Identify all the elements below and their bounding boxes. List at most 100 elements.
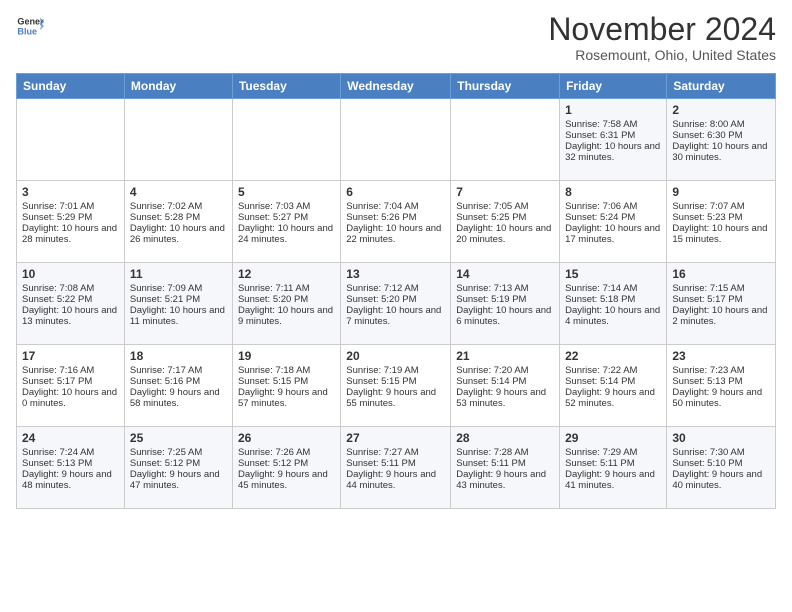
daylight-text: Daylight: 9 hours and 58 minutes. xyxy=(130,387,220,409)
sunrise-text: Sunrise: 7:16 AM xyxy=(22,365,94,376)
sunrise-text: Sunrise: 8:00 AM xyxy=(672,119,744,130)
calendar-row-1: 3Sunrise: 7:01 AMSunset: 5:29 PMDaylight… xyxy=(17,181,776,263)
daylight-text: Daylight: 9 hours and 41 minutes. xyxy=(565,469,655,491)
calendar-cell-1-5: 8Sunrise: 7:06 AMSunset: 5:24 PMDaylight… xyxy=(560,181,667,263)
calendar-cell-3-1: 18Sunrise: 7:17 AMSunset: 5:16 PMDayligh… xyxy=(124,345,232,427)
sunset-text: Sunset: 5:11 PM xyxy=(565,458,635,469)
day-number: 6 xyxy=(346,185,445,199)
calendar-cell-2-1: 11Sunrise: 7:09 AMSunset: 5:21 PMDayligh… xyxy=(124,263,232,345)
calendar-cell-1-0: 3Sunrise: 7:01 AMSunset: 5:29 PMDaylight… xyxy=(17,181,125,263)
day-number: 21 xyxy=(456,349,554,363)
sunrise-text: Sunrise: 7:58 AM xyxy=(565,119,637,130)
sunset-text: Sunset: 5:21 PM xyxy=(130,294,200,305)
sunset-text: Sunset: 5:14 PM xyxy=(565,376,635,387)
day-number: 30 xyxy=(672,431,770,445)
sunset-text: Sunset: 5:29 PM xyxy=(22,212,92,223)
sunrise-text: Sunrise: 7:25 AM xyxy=(130,447,202,458)
sunset-text: Sunset: 5:16 PM xyxy=(130,376,200,387)
calendar-cell-1-1: 4Sunrise: 7:02 AMSunset: 5:28 PMDaylight… xyxy=(124,181,232,263)
sunset-text: Sunset: 5:19 PM xyxy=(456,294,526,305)
daylight-text: Daylight: 10 hours and 15 minutes. xyxy=(672,223,767,245)
calendar-cell-0-1 xyxy=(124,99,232,181)
day-number: 27 xyxy=(346,431,445,445)
sunrise-text: Sunrise: 7:15 AM xyxy=(672,283,744,294)
daylight-text: Daylight: 10 hours and 22 minutes. xyxy=(346,223,441,245)
calendar-row-2: 10Sunrise: 7:08 AMSunset: 5:22 PMDayligh… xyxy=(17,263,776,345)
page: General Blue November 2024 Rosemount, Oh… xyxy=(0,0,792,517)
day-number: 22 xyxy=(565,349,661,363)
day-number: 5 xyxy=(238,185,335,199)
day-number: 4 xyxy=(130,185,227,199)
calendar-cell-3-0: 17Sunrise: 7:16 AMSunset: 5:17 PMDayligh… xyxy=(17,345,125,427)
calendar-cell-2-6: 16 Sunrise: 7:15 AMSunset: 5:17 PMDayligh… xyxy=(667,263,776,345)
sunset-text: Sunset: 5:17 PM xyxy=(672,294,742,305)
daylight-text: Daylight: 10 hours and 2 minutes. xyxy=(672,305,767,327)
daylight-text: Daylight: 9 hours and 45 minutes. xyxy=(238,469,328,491)
sunset-text: Sunset: 5:10 PM xyxy=(672,458,742,469)
day-number: 16 xyxy=(672,267,770,281)
sunrise-text: Sunrise: 7:07 AM xyxy=(672,201,744,212)
sunrise-text: Sunrise: 7:22 AM xyxy=(565,365,637,376)
sunrise-text: Sunrise: 7:23 AM xyxy=(672,365,744,376)
sunset-text: Sunset: 5:14 PM xyxy=(456,376,526,387)
sunrise-text: Sunrise: 7:14 AM xyxy=(565,283,637,294)
day-number: 9 xyxy=(672,185,770,199)
sunset-text: Sunset: 5:20 PM xyxy=(346,294,416,305)
daylight-text: Daylight: 10 hours and 11 minutes. xyxy=(130,305,225,327)
daylight-text: Daylight: 9 hours and 48 minutes. xyxy=(22,469,112,491)
daylight-text: Daylight: 9 hours and 53 minutes. xyxy=(456,387,546,409)
daylight-text: Daylight: 10 hours and 24 minutes. xyxy=(238,223,333,245)
calendar-cell-2-0: 10Sunrise: 7:08 AMSunset: 5:22 PMDayligh… xyxy=(17,263,125,345)
calendar-row-4: 24Sunrise: 7:24 AMSunset: 5:13 PMDayligh… xyxy=(17,427,776,509)
day-number: 25 xyxy=(130,431,227,445)
sunrise-text: Sunrise: 7:13 AM xyxy=(456,283,528,294)
sunrise-text: Sunrise: 7:09 AM xyxy=(130,283,202,294)
sunset-text: Sunset: 5:12 PM xyxy=(130,458,200,469)
calendar-cell-4-5: 29Sunrise: 7:29 AMSunset: 5:11 PMDayligh… xyxy=(560,427,667,509)
calendar-cell-4-3: 27Sunrise: 7:27 AMSunset: 5:11 PMDayligh… xyxy=(341,427,451,509)
calendar-cell-1-4: 7Sunrise: 7:05 AMSunset: 5:25 PMDaylight… xyxy=(451,181,560,263)
daylight-text: Daylight: 10 hours and 32 minutes. xyxy=(565,141,660,163)
logo: General Blue xyxy=(16,12,44,40)
sunset-text: Sunset: 5:18 PM xyxy=(565,294,635,305)
sunset-text: Sunset: 5:17 PM xyxy=(22,376,92,387)
day-number: 3 xyxy=(22,185,119,199)
header-row: Sunday Monday Tuesday Wednesday Thursday… xyxy=(17,74,776,99)
sunset-text: Sunset: 5:15 PM xyxy=(346,376,416,387)
month-title: November 2024 xyxy=(548,12,776,47)
calendar-cell-0-4 xyxy=(451,99,560,181)
day-number: 18 xyxy=(130,349,227,363)
sunset-text: Sunset: 5:24 PM xyxy=(565,212,635,223)
day-number: 23 xyxy=(672,349,770,363)
day-number: 26 xyxy=(238,431,335,445)
daylight-text: Daylight: 10 hours and 20 minutes. xyxy=(456,223,551,245)
daylight-text: Daylight: 10 hours and 9 minutes. xyxy=(238,305,333,327)
day-number: 20 xyxy=(346,349,445,363)
logo-icon: General Blue xyxy=(16,12,44,40)
sunset-text: Sunset: 5:26 PM xyxy=(346,212,416,223)
calendar-cell-4-2: 26Sunrise: 7:26 AMSunset: 5:12 PMDayligh… xyxy=(232,427,340,509)
sunrise-text: Sunrise: 7:12 AM xyxy=(346,283,418,294)
calendar-cell-1-6: 9 Sunrise: 7:07 AMSunset: 5:23 PMDaylight… xyxy=(667,181,776,263)
sunrise-text: Sunrise: 7:18 AM xyxy=(238,365,310,376)
daylight-text: Daylight: 10 hours and 13 minutes. xyxy=(22,305,117,327)
location: Rosemount, Ohio, United States xyxy=(548,47,776,63)
sunset-text: Sunset: 5:13 PM xyxy=(672,376,742,387)
sunrise-text: Sunrise: 7:02 AM xyxy=(130,201,202,212)
title-block: November 2024 Rosemount, Ohio, United St… xyxy=(548,12,776,63)
calendar-body: 1Sunrise: 7:58 AMSunset: 6:31 PMDaylight… xyxy=(17,99,776,509)
calendar-cell-4-4: 28Sunrise: 7:28 AMSunset: 5:11 PMDayligh… xyxy=(451,427,560,509)
calendar-cell-0-0 xyxy=(17,99,125,181)
daylight-text: Daylight: 9 hours and 52 minutes. xyxy=(565,387,655,409)
calendar-cell-3-5: 22 Sunrise: 7:22 AMSunset: 5:14 PMDayligh… xyxy=(560,345,667,427)
sunrise-text: Sunrise: 7:30 AM xyxy=(672,447,744,458)
sunset-text: Sunset: 5:20 PM xyxy=(238,294,308,305)
sunset-text: Sunset: 5:23 PM xyxy=(672,212,742,223)
sunrise-text: Sunrise: 7:20 AM xyxy=(456,365,528,376)
daylight-text: Daylight: 9 hours and 57 minutes. xyxy=(238,387,328,409)
day-number: 2 xyxy=(672,103,770,117)
sunrise-text: Sunrise: 7:29 AM xyxy=(565,447,637,458)
header-friday: Friday xyxy=(560,74,667,99)
sunset-text: Sunset: 5:22 PM xyxy=(22,294,92,305)
sunset-text: Sunset: 5:15 PM xyxy=(238,376,308,387)
